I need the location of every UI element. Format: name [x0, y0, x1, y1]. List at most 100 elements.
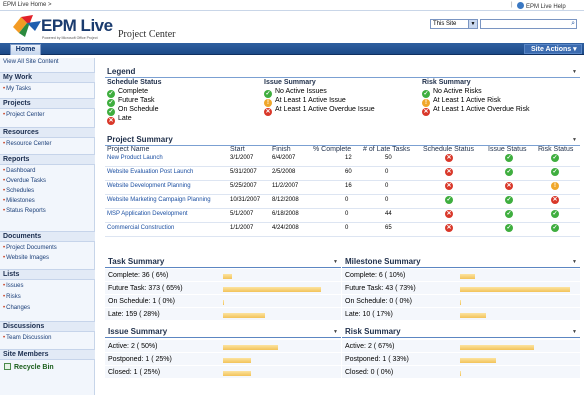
- project-name-link[interactable]: Website Evaluation Post Launch: [107, 169, 193, 175]
- summary-row-label: Closed: 0 ( 0%): [345, 369, 394, 376]
- issue-status-error-icon: ✕: [505, 182, 513, 190]
- separator: |: [511, 2, 513, 8]
- webpart-menu-icon[interactable]: ▼: [572, 69, 577, 75]
- risk-summary-divider: [342, 337, 580, 338]
- start-date: 5/31/2007: [230, 169, 257, 175]
- finish-date: 2/5/2008: [272, 169, 296, 175]
- section-resources[interactable]: Resources: [0, 127, 95, 138]
- section-site-members[interactable]: Site Members: [0, 349, 95, 360]
- risk-status-warning-icon: !: [551, 182, 559, 190]
- nav-item-status-reports[interactable]: •Status Reports: [3, 208, 46, 214]
- summary-bar: [460, 371, 461, 376]
- start-date: 5/25/2007: [230, 183, 257, 189]
- logo-text[interactable]: EPM Live: [41, 16, 113, 36]
- section-reports[interactable]: Reports: [0, 154, 95, 165]
- row-divider: [105, 222, 580, 223]
- summary-row-label: Active: 2 ( 67%): [345, 343, 395, 350]
- pct-complete: 12: [345, 155, 352, 161]
- schedule-status-error-icon: ✕: [445, 168, 453, 176]
- project-name-link[interactable]: MSP Application Development: [107, 211, 188, 217]
- nav-item-risks[interactable]: •Risks: [3, 294, 21, 300]
- chevron-down-icon[interactable]: ▼: [468, 20, 477, 28]
- risk-summary-title: Risk Summary: [345, 327, 401, 336]
- col-header-risk-status[interactable]: Risk Status: [538, 146, 573, 153]
- project-name-link[interactable]: Website Marketing Campaign Planning: [107, 197, 211, 203]
- nav-item-label: Team Discussion: [6, 335, 52, 341]
- col-header-start[interactable]: Start: [230, 146, 245, 153]
- row-divider: [105, 194, 580, 195]
- section-projects[interactable]: Projects: [0, 98, 95, 109]
- recycle-bin-icon: [4, 363, 11, 370]
- tab-home[interactable]: Home: [10, 44, 41, 55]
- summary-bar: [460, 300, 461, 305]
- col-header-late-tasks[interactable]: # of Late Tasks: [363, 146, 410, 153]
- nav-item-changes[interactable]: •Changes: [3, 305, 30, 311]
- legend-item: ✕ Late: [107, 115, 132, 125]
- legend-schedule-heading: Schedule Status: [107, 79, 162, 86]
- nav-item-resource-center[interactable]: •Resource Center: [3, 141, 51, 147]
- milestone-summary-divider: [342, 267, 580, 268]
- issue-status-check-icon: ✓: [505, 154, 513, 162]
- section-lists[interactable]: Lists: [0, 269, 95, 280]
- nav-item-label: Website Images: [6, 255, 50, 261]
- webpart-menu-icon[interactable]: ▼: [572, 137, 577, 143]
- legend-title: Legend: [107, 67, 136, 76]
- start-date: 5/1/2007: [230, 211, 254, 217]
- start-date: 3/1/2007: [230, 155, 254, 161]
- nav-item-project-documents[interactable]: •Project Documents: [3, 245, 57, 251]
- summary-row-label: On Schedule: 0 ( 0%): [345, 298, 412, 305]
- webpart-menu-icon[interactable]: ▼: [572, 329, 577, 335]
- webpart-menu-icon[interactable]: ▼: [333, 259, 338, 265]
- late-tasks: 0: [385, 169, 389, 175]
- col-header-schedule-status[interactable]: Schedule Status: [423, 146, 474, 153]
- summary-bar: [223, 371, 251, 376]
- summary-row-label: Postponed: 1 ( 33%): [345, 356, 409, 363]
- nav-item-issues[interactable]: •Issues: [3, 283, 23, 289]
- summary-bar: [223, 274, 232, 279]
- breadcrumb[interactable]: EPM Live Home >: [3, 2, 52, 8]
- schedule-status-error-icon: ✕: [445, 182, 453, 190]
- nav-item-project-center[interactable]: •Project Center: [3, 112, 44, 118]
- late-tasks: 0: [385, 183, 389, 189]
- nav-item-label: Schedules: [6, 188, 35, 194]
- nav-item-team-discussion[interactable]: •Team Discussion: [3, 335, 51, 341]
- risk-status-check-icon: ✓: [551, 168, 559, 176]
- col-header-project-name[interactable]: Project Name: [107, 146, 149, 153]
- summary-row-label: Complete: 6 ( 10%): [345, 272, 406, 279]
- summary-row-label: Closed: 1 ( 25%): [108, 369, 161, 376]
- site-actions-menu[interactable]: Site Actions ▾: [524, 44, 582, 54]
- search-scope-select[interactable]: This Site ▼: [430, 19, 478, 29]
- nav-item-label: Dashboard: [6, 168, 36, 174]
- col-header-finish[interactable]: Finish: [272, 146, 291, 153]
- section-documents[interactable]: Documents: [0, 231, 95, 242]
- nav-item-my-tasks[interactable]: •My Tasks: [3, 86, 31, 92]
- row-divider: [105, 180, 580, 181]
- search-icon[interactable]: ⌕: [571, 20, 575, 28]
- nav-item-milestones[interactable]: •Milestones: [3, 198, 35, 204]
- section-my-work[interactable]: My Work: [0, 72, 95, 83]
- help-link[interactable]: EPM Live Help: [517, 2, 566, 10]
- recycle-bin-link[interactable]: Recycle Bin: [4, 363, 54, 371]
- view-all-site-content-link[interactable]: View All Site Content: [3, 59, 59, 65]
- late-tasks: 65: [385, 225, 392, 231]
- col-header-pct-complete[interactable]: % Complete: [313, 146, 351, 153]
- col-header-issue-status[interactable]: Issue Status: [488, 146, 527, 153]
- finish-date: 4/24/2008: [272, 225, 299, 231]
- section-discussions[interactable]: Discussions: [0, 321, 95, 332]
- nav-item-label: Milestones: [6, 198, 35, 204]
- error-icon: ✕: [264, 108, 272, 116]
- nav-item-schedules[interactable]: •Schedules: [3, 188, 34, 194]
- legend-item: ✕ At Least 1 Active Overdue Issue: [264, 106, 375, 116]
- project-name-link[interactable]: Commercial Construction: [107, 225, 174, 231]
- project-name-link[interactable]: New Product Launch: [107, 155, 163, 161]
- row-divider: [105, 208, 580, 209]
- search-input[interactable]: ⌕: [480, 19, 577, 29]
- webpart-menu-icon[interactable]: ▼: [333, 329, 338, 335]
- summary-bar: [460, 287, 570, 292]
- risk-status-check-icon: ✓: [551, 154, 559, 162]
- project-name-link[interactable]: Website Development Planning: [107, 183, 191, 189]
- nav-item-dashboard[interactable]: •Dashboard: [3, 168, 35, 174]
- nav-item-overdue-tasks[interactable]: •Overdue Tasks: [3, 178, 46, 184]
- nav-item-website-images[interactable]: •Website Images: [3, 255, 49, 261]
- webpart-menu-icon[interactable]: ▼: [572, 259, 577, 265]
